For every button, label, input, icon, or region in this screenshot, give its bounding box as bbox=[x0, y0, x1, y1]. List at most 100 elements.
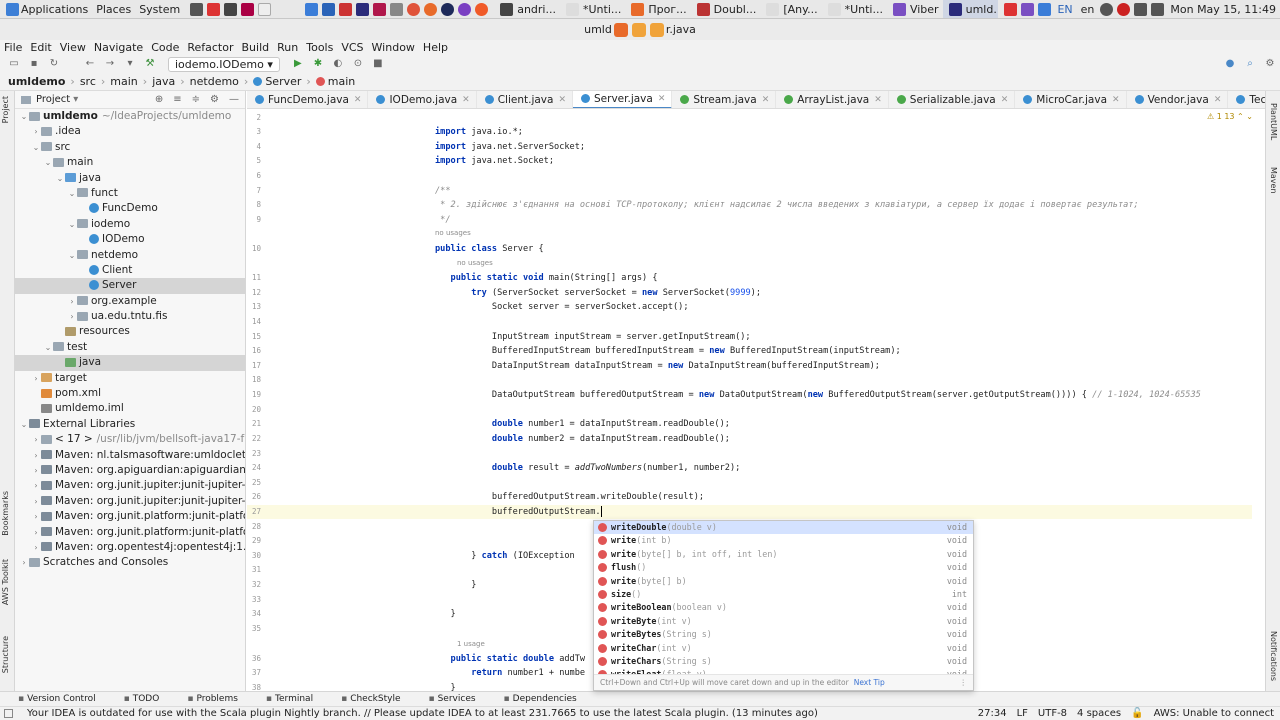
tray-app-icon[interactable] bbox=[1004, 3, 1018, 16]
menu-build[interactable]: Build bbox=[238, 41, 274, 54]
build-hammer-icon[interactable]: ⚒ bbox=[144, 58, 156, 70]
update-icon[interactable]: ● bbox=[1224, 58, 1236, 70]
chevron-right-icon[interactable]: › bbox=[31, 463, 41, 478]
chevron-down-icon[interactable]: ⌄ bbox=[31, 140, 41, 155]
settings-icon[interactable]: ⚙ bbox=[1264, 58, 1276, 70]
collapse-all-icon[interactable]: ≡ bbox=[173, 94, 181, 105]
notifications-tool-label[interactable]: Notifications bbox=[1269, 631, 1278, 681]
menu-refactor[interactable]: Refactor bbox=[183, 41, 237, 54]
breadcrumb-item[interactable]: umldemo bbox=[8, 75, 65, 88]
postman-icon[interactable] bbox=[475, 2, 489, 16]
tree-item[interactable]: ⌄ iodemo bbox=[15, 217, 245, 232]
chevron-right-icon[interactable]: › bbox=[31, 478, 41, 493]
app2-icon[interactable] bbox=[458, 2, 472, 16]
editor-tab[interactable]: FuncDemo.java ✕ bbox=[247, 91, 369, 108]
menu-edit[interactable]: Edit bbox=[26, 41, 55, 54]
editor-tab[interactable]: TechPassport.java✕ bbox=[1228, 91, 1265, 108]
archive-icon[interactable] bbox=[390, 2, 404, 16]
app-icon[interactable] bbox=[241, 2, 255, 16]
tree-item[interactable]: pom.xml bbox=[15, 386, 245, 401]
sync-icon[interactable]: ↻ bbox=[48, 58, 60, 70]
close-icon[interactable]: ✕ bbox=[558, 95, 566, 105]
tree-item[interactable]: ⌄ test bbox=[15, 340, 245, 355]
completion-item[interactable]: writeByte(int v) void bbox=[594, 615, 973, 628]
bottom-tool-dependencies[interactable]: ▪ Dependencies bbox=[504, 694, 591, 704]
completion-item[interactable]: write(byte[] b) void bbox=[594, 575, 973, 588]
chevron-down-icon[interactable]: ⌄ bbox=[43, 340, 53, 355]
completion-item[interactable]: flush() void bbox=[594, 561, 973, 574]
hide-icon[interactable]: — bbox=[229, 94, 239, 105]
tree-item[interactable]: › Maven: org.junit.platform:junit-platfor… bbox=[15, 525, 245, 540]
project-panel-title[interactable]: Project bbox=[36, 94, 70, 105]
run-config-dropdown[interactable]: iodemo.IODemo ▾ bbox=[168, 56, 280, 72]
menu-view[interactable]: View bbox=[56, 41, 90, 54]
intellij-icon[interactable] bbox=[356, 2, 370, 16]
chevron-right-icon[interactable]: › bbox=[31, 540, 41, 555]
close-icon[interactable]: ✕ bbox=[762, 95, 770, 105]
stop-icon[interactable]: ■ bbox=[372, 58, 384, 70]
tree-item[interactable]: ⌄ External Libraries bbox=[15, 417, 245, 432]
completion-item[interactable]: writeChar(int v) void bbox=[594, 642, 973, 655]
chevron-right-icon[interactable]: › bbox=[67, 294, 77, 309]
taskbar-item[interactable]: Doubl... bbox=[691, 0, 761, 18]
close-icon[interactable]: ✕ bbox=[874, 95, 882, 105]
expand-all-icon[interactable]: ≑ bbox=[192, 94, 200, 105]
editor-tab[interactable]: Vendor.java ✕ bbox=[1127, 91, 1229, 108]
chevron-right-icon[interactable]: › bbox=[67, 309, 77, 324]
locate-icon[interactable]: ⊕ bbox=[155, 94, 163, 105]
clock[interactable]: Mon May 15, 11:49 bbox=[1166, 3, 1280, 16]
bookmarks-tool-label[interactable]: Bookmarks bbox=[1, 491, 10, 536]
mail-icon[interactable] bbox=[207, 2, 221, 16]
usage-inlay-hint[interactable]: 1 usage bbox=[457, 640, 485, 648]
line-separator[interactable]: LF bbox=[1017, 708, 1028, 719]
run-icon[interactable]: ▶ bbox=[292, 58, 304, 70]
chevron-right-icon[interactable]: › bbox=[31, 494, 41, 509]
close-icon[interactable]: ✕ bbox=[1001, 95, 1009, 105]
taskbar-item[interactable]: Прог... bbox=[625, 0, 690, 18]
bottom-tool-services[interactable]: ▪ Services bbox=[428, 694, 489, 704]
menu-file[interactable]: File bbox=[0, 41, 26, 54]
completion-item[interactable]: write(int b) void bbox=[594, 534, 973, 547]
chevron-right-icon[interactable]: › bbox=[31, 371, 41, 386]
window-title-bar[interactable]: umld r.java bbox=[0, 19, 1280, 40]
breadcrumb-item[interactable]: java bbox=[152, 75, 175, 88]
editor-tab[interactable]: ArrayList.java ✕ bbox=[776, 91, 889, 108]
chevron-right-icon[interactable]: › bbox=[31, 124, 41, 139]
menu-code[interactable]: Code bbox=[147, 41, 183, 54]
indent-setting[interactable]: 4 spaces bbox=[1077, 708, 1121, 719]
tree-item[interactable]: IODemo bbox=[15, 232, 245, 247]
breadcrumb-item[interactable]: Server bbox=[265, 75, 301, 88]
jetbrains-icon[interactable] bbox=[373, 2, 387, 16]
bottom-tool-todo[interactable]: ▪ TODO bbox=[124, 694, 174, 704]
bottom-tool-vcs[interactable]: ▪ Version Control bbox=[18, 694, 110, 704]
network-icon[interactable] bbox=[1100, 3, 1114, 16]
viber-tray-icon[interactable] bbox=[1021, 3, 1035, 16]
tree-item[interactable]: › Maven: org.opentest4j:opentest4j:1.2.0 bbox=[15, 540, 245, 555]
maven-tool-label[interactable]: Maven bbox=[1269, 167, 1278, 194]
tree-item[interactable]: › < 17 >/usr/lib/jvm/bellsoft-java17-full… bbox=[15, 432, 245, 447]
terminal-icon[interactable] bbox=[190, 2, 204, 16]
files-icon[interactable] bbox=[305, 2, 319, 16]
structure-tool-label[interactable]: Structure bbox=[1, 636, 10, 673]
keyboard-layout-2[interactable]: en bbox=[1077, 3, 1099, 16]
back-icon[interactable]: ← bbox=[84, 58, 96, 70]
taskbar-item[interactable]: *Unti... bbox=[822, 0, 887, 18]
taskbar-item[interactable]: [Any... bbox=[760, 0, 821, 18]
tree-item[interactable]: › Maven: org.apiguardian:apiguardian-api:… bbox=[15, 463, 245, 478]
search-everywhere-icon[interactable]: ⌕ bbox=[1244, 58, 1256, 70]
completion-item[interactable]: writeBoolean(boolean v) void bbox=[594, 601, 973, 614]
close-icon[interactable]: ✕ bbox=[658, 94, 666, 104]
chevron-right-icon[interactable]: › bbox=[19, 555, 29, 570]
chevron-right-icon[interactable]: › bbox=[31, 509, 41, 524]
layout-icon[interactable] bbox=[4, 709, 13, 718]
bottom-tool-checkstyle[interactable]: ▪ CheckStyle bbox=[341, 694, 414, 704]
coverage-icon[interactable]: ◐ bbox=[332, 58, 344, 70]
tree-item[interactable]: › .idea bbox=[15, 124, 245, 139]
completion-item[interactable]: writeDouble(double v) void bbox=[594, 521, 973, 535]
tree-item[interactable]: resources bbox=[15, 324, 245, 339]
completion-item[interactable]: writeBytes(String s) void bbox=[594, 628, 973, 641]
firefox-icon[interactable] bbox=[424, 2, 438, 16]
volume-icon[interactable] bbox=[1134, 3, 1148, 16]
save-icon[interactable]: ▪ bbox=[28, 58, 40, 70]
tree-item[interactable]: ⌄ src bbox=[15, 140, 245, 155]
